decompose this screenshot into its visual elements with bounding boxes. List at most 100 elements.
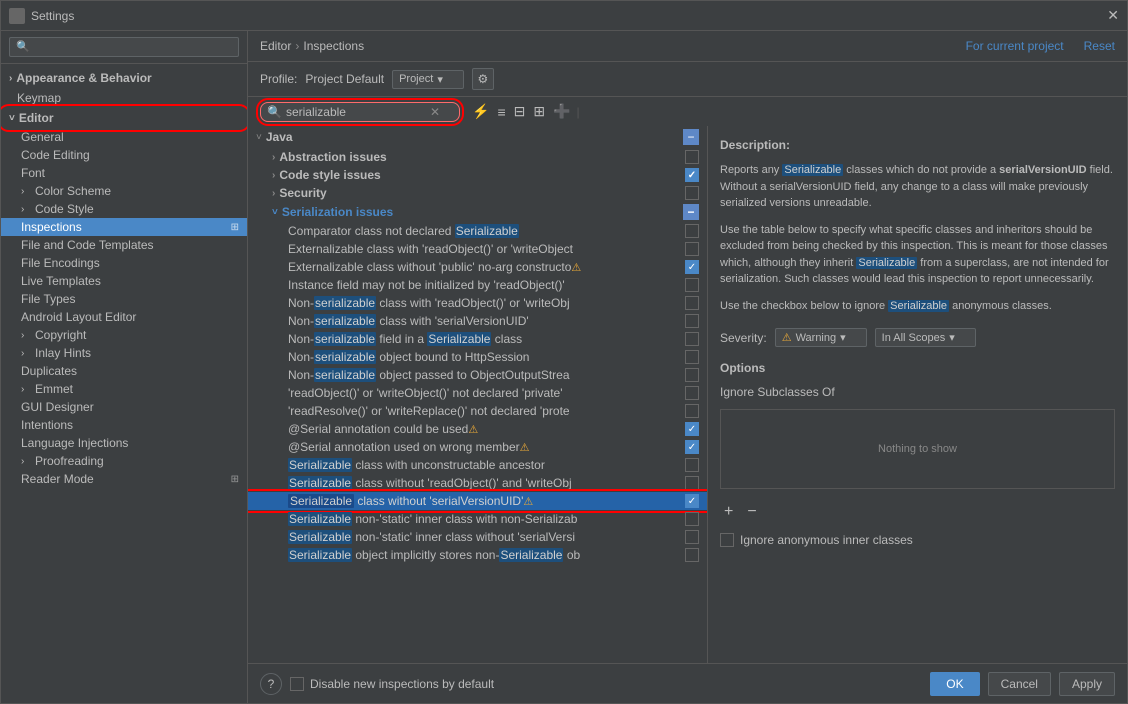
sidebar-item-code-style[interactable]: › Code Style (1, 200, 247, 218)
tree-item-non-ser-5[interactable]: Non-serializable object passed to Object… (248, 366, 707, 384)
tree-item-instance-field[interactable]: Instance field may not be initialized by… (248, 276, 707, 294)
tree-item-unconstructable[interactable]: Serializable class with unconstructable … (248, 456, 707, 474)
item-checkbox[interactable] (685, 440, 699, 454)
sidebar-item-file-code-templates[interactable]: File and Code Templates (1, 236, 247, 254)
add-class-button[interactable]: + (720, 503, 737, 521)
item-checkbox[interactable] (685, 404, 699, 418)
tree-item-non-ser-1[interactable]: Non-serializable class with 'readObject(… (248, 294, 707, 312)
group-icon[interactable]: ⊞ (531, 101, 547, 122)
sidebar-item-editor[interactable]: ˅ Editor (1, 108, 247, 128)
tree-item-externalizable-2[interactable]: Externalizable class without 'public' no… (248, 258, 707, 276)
item-checkbox[interactable] (685, 512, 699, 526)
tree-item-no-svuid[interactable]: Serializable class without 'serialVersio… (248, 492, 707, 510)
search-input[interactable] (286, 105, 426, 119)
sidebar-item-label: File and Code Templates (21, 238, 154, 252)
gear-button[interactable]: ⚙ (472, 68, 494, 90)
category-checkbox[interactable] (685, 168, 699, 182)
item-checkbox[interactable] (685, 530, 699, 544)
sidebar-item-gui-designer[interactable]: GUI Designer (1, 398, 247, 416)
sidebar-item-reader-mode[interactable]: Reader Mode ⊞ (1, 470, 247, 488)
sidebar-item-copyright[interactable]: › Copyright (1, 326, 247, 344)
java-minus-btn[interactable]: − (683, 129, 699, 145)
apply-button[interactable]: Apply (1059, 672, 1115, 696)
sidebar-item-file-types[interactable]: File Types (1, 290, 247, 308)
disable-inspections-checkbox[interactable] (290, 677, 304, 691)
filter-icon[interactable]: ⚡ (470, 101, 491, 122)
sidebar-item-code-editing[interactable]: Code Editing (1, 146, 247, 164)
tree-item-externalizable-1[interactable]: Externalizable class with 'readObject()'… (248, 240, 707, 258)
help-button[interactable]: ? (260, 673, 282, 695)
scope-dropdown[interactable]: In All Scopes ▾ (875, 328, 976, 347)
category-checkbox[interactable] (685, 150, 699, 164)
clear-search-icon[interactable]: ✕ (430, 105, 440, 119)
item-checkbox[interactable] (685, 332, 699, 346)
reset-button[interactable]: Reset (1084, 39, 1115, 53)
serialization-minus-btn[interactable]: − (683, 204, 699, 220)
sidebar-item-live-templates[interactable]: Live Templates (1, 272, 247, 290)
sidebar-item-language-injections[interactable]: Language Injections (1, 434, 247, 452)
tree-item-non-ser-4[interactable]: Non-serializable object bound to HttpSes… (248, 348, 707, 366)
tree-category-security[interactable]: › Security (248, 184, 707, 202)
cancel-button[interactable]: Cancel (988, 672, 1051, 696)
sidebar-item-keymap[interactable]: Keymap (1, 88, 247, 108)
sidebar-item-label: Color Scheme (35, 184, 111, 198)
remove-class-button[interactable]: − (743, 503, 760, 521)
for-current-project-link[interactable]: For current project (966, 39, 1064, 53)
tree-item-non-static-1[interactable]: Serializable non-'static' inner class wi… (248, 510, 707, 528)
breadcrumb-inspections: Inspections (303, 39, 364, 53)
sidebar-item-file-encodings[interactable]: File Encodings (1, 254, 247, 272)
severity-row: Severity: ⚠ Warning ▾ In All Scopes ▾ (720, 328, 1115, 347)
expand-icon[interactable]: ≡ (495, 102, 507, 122)
tree-item-readresolve[interactable]: 'readResolve()' or 'writeReplace()' not … (248, 402, 707, 420)
sidebar-item-color-scheme[interactable]: › Color Scheme (1, 182, 247, 200)
sidebar-item-proofreading[interactable]: › Proofreading (1, 452, 247, 470)
item-checkbox[interactable] (685, 422, 699, 436)
item-checkbox[interactable] (685, 548, 699, 562)
category-checkbox[interactable] (685, 186, 699, 200)
tree-item-non-ser-3[interactable]: Non-serializable field in a Serializable… (248, 330, 707, 348)
tree-item-non-ser-2[interactable]: Non-serializable class with 'serialVersi… (248, 312, 707, 330)
sidebar-item-appearance[interactable]: › Appearance & Behavior (1, 68, 247, 88)
collapse-icon[interactable]: ⊟ (512, 101, 528, 122)
item-checkbox[interactable] (685, 278, 699, 292)
ignore-anonymous-checkbox[interactable] (720, 533, 734, 547)
tree-item-non-static-2[interactable]: Serializable non-'static' inner class wi… (248, 528, 707, 546)
sidebar-item-intentions[interactable]: Intentions (1, 416, 247, 434)
profile-dropdown[interactable]: Project ▾ (392, 70, 464, 89)
tree-category-serialization[interactable]: ˅ Serialization issues − (248, 202, 707, 222)
sidebar-item-font[interactable]: Font (1, 164, 247, 182)
item-label: Non-serializable class with 'serialVersi… (288, 314, 529, 328)
sidebar-item-android-layout[interactable]: Android Layout Editor (1, 308, 247, 326)
add-icon[interactable]: ➕ (551, 101, 572, 122)
item-checkbox[interactable] (685, 242, 699, 256)
item-checkbox[interactable] (685, 350, 699, 364)
tree-item-serial-1[interactable]: @Serial annotation could be used ⚠ (248, 420, 707, 438)
tree-category-abstraction[interactable]: › Abstraction issues (248, 148, 707, 166)
tree-item-implicitly-stores[interactable]: Serializable object implicitly stores no… (248, 546, 707, 564)
severity-dropdown[interactable]: ⚠ Warning ▾ (775, 328, 867, 347)
item-checkbox[interactable] (685, 476, 699, 490)
sidebar-item-general[interactable]: General (1, 128, 247, 146)
warning-icon: ⚠ (468, 423, 478, 436)
item-checkbox[interactable] (685, 458, 699, 472)
ok-button[interactable]: OK (930, 672, 979, 696)
item-checkbox[interactable] (685, 494, 699, 508)
close-button[interactable]: ✕ (1107, 7, 1119, 24)
tree-category-code-style[interactable]: › Code style issues (248, 166, 707, 184)
tree-item-no-readobject[interactable]: Serializable class without 'readObject()… (248, 474, 707, 492)
item-checkbox[interactable] (685, 260, 699, 274)
tree-item-comparator[interactable]: Comparator class not declared Serializab… (248, 222, 707, 240)
sidebar-item-duplicates[interactable]: Duplicates (1, 362, 247, 380)
java-section-header[interactable]: ˅ Java − (248, 126, 707, 148)
sidebar-item-inspections[interactable]: Inspections ⊞ (1, 218, 247, 236)
sidebar-search-input[interactable] (9, 37, 239, 57)
item-checkbox[interactable] (685, 314, 699, 328)
tree-item-readobject[interactable]: 'readObject()' or 'writeObject()' not de… (248, 384, 707, 402)
tree-item-serial-2[interactable]: @Serial annotation used on wrong member … (248, 438, 707, 456)
item-checkbox[interactable] (685, 386, 699, 400)
sidebar-item-emmet[interactable]: › Emmet (1, 380, 247, 398)
item-checkbox[interactable] (685, 368, 699, 382)
item-checkbox[interactable] (685, 224, 699, 238)
sidebar-item-inlay-hints[interactable]: › Inlay Hints (1, 344, 247, 362)
item-checkbox[interactable] (685, 296, 699, 310)
